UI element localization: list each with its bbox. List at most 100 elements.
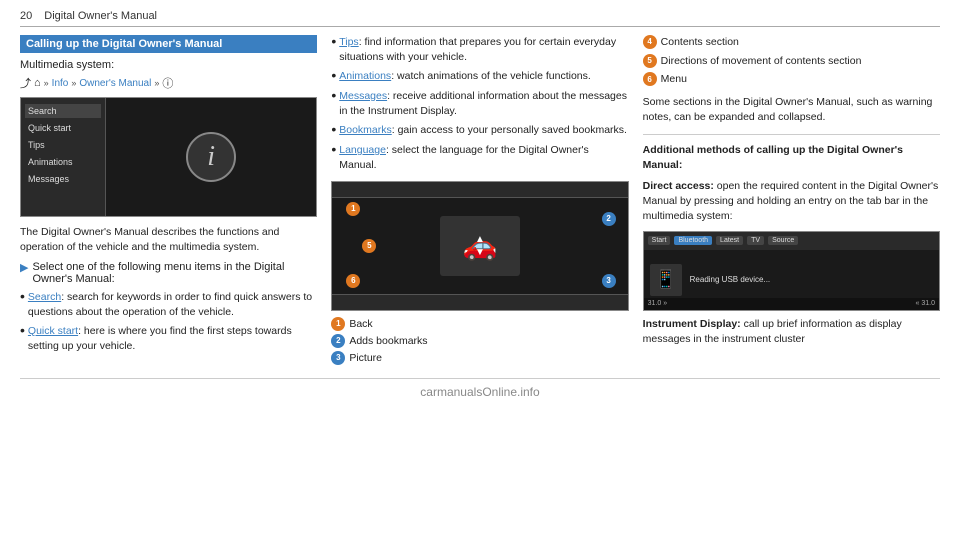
nav-info[interactable]: Info [52, 78, 69, 89]
list-item: • Messages: receive additional informati… [331, 89, 628, 118]
instr-tab-tv[interactable]: TV [747, 236, 764, 245]
list-item: • Search: search for keywords in order t… [20, 290, 317, 319]
watermark: carmanualsOnline.info [20, 378, 940, 399]
bullet-dot-icon: • [20, 289, 25, 319]
menu-messages[interactable]: Messages [25, 172, 101, 186]
content-grid: Calling up the Digital Owner's Manual Mu… [20, 35, 940, 368]
badge-num-2: 2 [331, 334, 345, 348]
additional-heading-text: Additional methods of calling up the Dig… [643, 144, 903, 171]
badge-num-3: 3 [331, 351, 345, 365]
link-tips[interactable]: Tips [339, 36, 358, 48]
list-item: • Quick start: here is where you find th… [20, 324, 317, 353]
instr-tab-start[interactable]: Start [648, 236, 671, 245]
badge-3: 3 [602, 274, 616, 288]
screen-mockup-3: Start Bluetooth Latest TV Source 📱 Readi… [643, 231, 940, 311]
arrow-up: ▲ [475, 234, 485, 245]
body-text-1: The Digital Owner's Manual describes the… [20, 225, 317, 255]
bullet-dot-icon: • [331, 88, 336, 118]
menu-search[interactable]: Search [25, 104, 101, 118]
numbered-item-text: Menu [661, 72, 687, 87]
list-item-text: Messages: receive additional information… [339, 89, 628, 118]
list-item: • Tips: find information that prepares y… [331, 35, 628, 64]
direct-access-heading: Direct access: [643, 180, 714, 192]
nav-owners-manual[interactable]: Owner's Manual [79, 78, 151, 89]
divider [643, 134, 940, 135]
nav-info-icon: ⓘ [162, 75, 173, 91]
bullet-dot-icon: • [331, 122, 336, 138]
arrows-overlay: ▲ ▼ [475, 234, 485, 258]
list-item-text: Search: search for keywords in order to … [28, 290, 317, 319]
link-bookmarks[interactable]: Bookmarks [339, 124, 392, 136]
bullet-dot-icon: • [20, 323, 25, 353]
menu-tips[interactable]: Tips [25, 138, 101, 152]
nav-path: ⤴ ⌂ » Info » Owner's Manual » ⓘ [20, 75, 317, 91]
column-2: • Tips: find information that prepares y… [331, 35, 628, 368]
numbered-item: 6 Menu [643, 72, 940, 87]
multimedia-label: Multimedia system: [20, 59, 317, 71]
page-header: 20 Digital Owner's Manual [20, 10, 940, 27]
list-item: • Language: select the language for the … [331, 143, 628, 172]
screen2-bottombar [332, 294, 627, 310]
list-item: • Bookmarks: gain access to your persona… [331, 123, 628, 138]
instrument-display-heading: Instrument Display: [643, 318, 741, 330]
badge-num-4: 4 [643, 35, 657, 49]
link-messages[interactable]: Messages [339, 90, 387, 102]
screen-main-area: i [106, 98, 316, 216]
badge-num-5: 5 [643, 54, 657, 68]
instr-tab-latest[interactable]: Latest [716, 236, 743, 245]
numbered-item: 5 Directions of movement of contents sec… [643, 54, 940, 69]
badge-label-item: 2 Adds bookmarks [331, 334, 628, 348]
section-heading: Calling up the Digital Owner's Manual [20, 35, 317, 53]
screen-sidebar: Search Quick start Tips Animations Messa… [21, 98, 106, 216]
instr-tab-bluetooth[interactable]: Bluetooth [674, 236, 712, 245]
col2-bullet-list: • Tips: find information that prepares y… [331, 35, 628, 173]
link-animations[interactable]: Animations [339, 70, 391, 82]
nav-chevron-3: » [154, 78, 159, 88]
bullet-arrow-item: ▶ Select one of the following menu items… [20, 261, 317, 285]
badge-2: 2 [602, 212, 616, 226]
bullet-dot-icon: • [331, 34, 336, 64]
numbered-item-text: Contents section [661, 35, 739, 50]
badge-1: 1 [346, 202, 360, 216]
link-language[interactable]: Language [339, 144, 386, 156]
column-3: 4 Contents section 5 Directions of movem… [643, 35, 940, 368]
nav-home-icon: ⌂ [34, 77, 41, 89]
bullet-dot-icon: • [331, 142, 336, 172]
menu-animations[interactable]: Animations [25, 155, 101, 169]
numbered-list: 4 Contents section 5 Directions of movem… [643, 35, 940, 87]
instr-display-bar: Start Bluetooth Latest TV Source [644, 232, 939, 250]
badge-label-3: Picture [349, 352, 382, 364]
time-right: « 31.0 [916, 300, 935, 307]
badge-label-item: 1 Back [331, 317, 628, 331]
screen-mockup-2: 🚗 1 2 3 5 6 ▲ ▼ [331, 181, 628, 311]
direct-access-text: Direct access: open the required content… [643, 179, 940, 225]
bullet-dot-icon: • [331, 68, 336, 84]
nav-chevron-1: » [44, 78, 49, 88]
badge-label-1: Back [349, 318, 372, 330]
nav-chevron-2: » [71, 78, 76, 88]
badge-label-item: 3 Picture [331, 351, 628, 365]
instrument-display-text: Instrument Display: call up brief inform… [643, 317, 940, 347]
time-bar: 31.0 » « 31.0 [644, 298, 939, 310]
page-title-header: Digital Owner's Manual [44, 10, 157, 22]
arrow-marker: ▶ [20, 261, 28, 285]
time-left: 31.0 » [648, 300, 667, 307]
additional-heading: Additional methods of calling up the Dig… [643, 143, 940, 173]
list-item-text: Bookmarks: gain access to your personall… [339, 123, 627, 138]
instr-tab-source[interactable]: Source [768, 236, 798, 245]
link-search[interactable]: Search [28, 291, 61, 303]
list-item-text: Animations: watch animations of the vehi… [339, 69, 591, 84]
badge-label-list: 1 Back 2 Adds bookmarks 3 Picture [331, 317, 628, 365]
usb-status-text: Reading USB device... [690, 275, 771, 284]
screen2-overlay: 🚗 1 2 3 5 6 ▲ ▼ [332, 182, 627, 310]
menu-quickstart[interactable]: Quick start [25, 121, 101, 135]
badge-label-2: Adds bookmarks [349, 335, 427, 347]
column-1: Calling up the Digital Owner's Manual Mu… [20, 35, 317, 368]
list-item: • Animations: watch animations of the ve… [331, 69, 628, 84]
badge-5: 5 [362, 239, 376, 253]
page-container: 20 Digital Owner's Manual Calling up the… [0, 0, 960, 409]
link-quickstart[interactable]: Quick start [28, 325, 78, 337]
arrow-down: ▼ [475, 247, 485, 258]
info-circle-icon: i [186, 132, 236, 182]
numbered-item: 4 Contents section [643, 35, 940, 50]
